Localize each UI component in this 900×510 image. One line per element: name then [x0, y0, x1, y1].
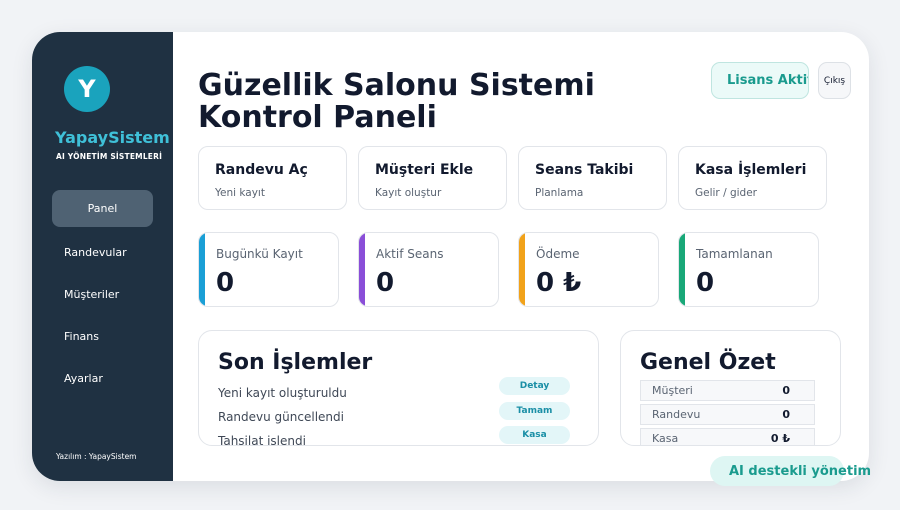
- transaction-row-text: Randevu güncellendi: [218, 410, 344, 424]
- summary-row: Randevu 0: [640, 404, 815, 425]
- stat-value: 0: [696, 268, 715, 298]
- action-card-subtitle: Gelir / gider: [695, 187, 757, 199]
- sidebar-item-finans[interactable]: Finans: [52, 318, 153, 355]
- sidebar-footer: Yazılım : YapaySistem: [56, 452, 137, 461]
- sidebar: Y YapaySistem AI YÖNETİM SİSTEMLERİ Pane…: [32, 32, 173, 481]
- stat-card-bugunku-kayit: Bugünkü Kayıt 0: [198, 232, 339, 307]
- brand-logo: Y: [64, 66, 110, 112]
- action-card-randevu[interactable]: Randevu Aç Yeni kayıt: [198, 146, 347, 210]
- ai-managed-badge: AI destekli yönetim: [710, 456, 871, 486]
- action-card-title: Seans Takibi: [535, 162, 634, 178]
- summary-value: 0: [782, 408, 790, 421]
- stat-value: 0: [216, 268, 235, 298]
- stat-accent-bar: [199, 233, 205, 306]
- transaction-badge[interactable]: Kasa: [499, 426, 570, 444]
- sidebar-item-panel[interactable]: Panel: [52, 190, 153, 227]
- page-title: Güzellik Salonu Sistemi Kontrol Paneli: [198, 70, 595, 134]
- license-status-button[interactable]: Lisans Aktif: [711, 62, 809, 99]
- stat-label: Aktif Seans: [376, 247, 444, 261]
- page-title-line2: Kontrol Paneli: [198, 100, 437, 135]
- stat-card-odeme: Ödeme 0 ₺: [518, 232, 659, 307]
- page-title-line1: Güzellik Salonu Sistemi: [198, 68, 595, 103]
- sidebar-item-musteriler[interactable]: Müşteriler: [52, 276, 153, 313]
- action-card-subtitle: Planlama: [535, 187, 584, 199]
- action-card-subtitle: Kayıt oluştur: [375, 187, 442, 199]
- stat-label: Bugünkü Kayıt: [216, 247, 303, 261]
- action-card-title: Randevu Aç: [215, 162, 308, 178]
- action-card-kasa[interactable]: Kasa İşlemleri Gelir / gider: [678, 146, 827, 210]
- action-card-title: Müşteri Ekle: [375, 162, 474, 178]
- stat-value: 0: [376, 268, 395, 298]
- sidebar-item-ayarlar[interactable]: Ayarlar: [52, 360, 153, 397]
- summary-row: Müşteri 0: [640, 380, 815, 401]
- summary-label: Randevu: [652, 408, 701, 421]
- brand-name: YapaySistem: [55, 128, 170, 147]
- transaction-row-text: Yeni kayıt oluşturuldu: [218, 386, 347, 400]
- recent-transactions-title: Son İşlemler: [218, 350, 373, 375]
- action-card-musteri[interactable]: Müşteri Ekle Kayıt oluştur: [358, 146, 507, 210]
- recent-transactions-panel: Son İşlemler Yeni kayıt oluşturuldu Deta…: [198, 330, 599, 446]
- stat-value: 0 ₺: [536, 268, 582, 298]
- stat-card-aktif-seans: Aktif Seans 0: [358, 232, 499, 307]
- stat-accent-bar: [519, 233, 525, 306]
- summary-row: Kasa 0 ₺: [640, 428, 815, 445]
- transaction-badge[interactable]: Detay: [499, 377, 570, 395]
- transaction-badge[interactable]: Tamam: [499, 402, 570, 420]
- app-window: Y YapaySistem AI YÖNETİM SİSTEMLERİ Pane…: [32, 32, 869, 481]
- stat-label: Tamamlanan: [696, 247, 773, 261]
- summary-value: 0: [782, 384, 790, 397]
- action-card-subtitle: Yeni kayıt: [215, 187, 265, 199]
- logout-button[interactable]: Çıkış: [818, 62, 851, 99]
- summary-label: Müşteri: [652, 384, 693, 397]
- transaction-row-text: Tahsilat işlendi: [218, 434, 306, 446]
- stat-label: Ödeme: [536, 247, 580, 261]
- action-card-title: Kasa İşlemleri: [695, 162, 807, 178]
- summary-label: Kasa: [652, 432, 679, 445]
- stat-card-tamamlanan: Tamamlanan 0: [678, 232, 819, 307]
- sidebar-item-randevular[interactable]: Randevular: [52, 234, 153, 271]
- stat-accent-bar: [359, 233, 365, 306]
- summary-value: 0 ₺: [770, 432, 790, 445]
- summary-title: Genel Özet: [640, 350, 776, 375]
- brand-tagline: AI YÖNETİM SİSTEMLERİ: [56, 152, 163, 161]
- action-card-seans[interactable]: Seans Takibi Planlama: [518, 146, 667, 210]
- summary-panel: Genel Özet Müşteri 0 Randevu 0 Kasa 0 ₺: [620, 330, 841, 446]
- stat-accent-bar: [679, 233, 685, 306]
